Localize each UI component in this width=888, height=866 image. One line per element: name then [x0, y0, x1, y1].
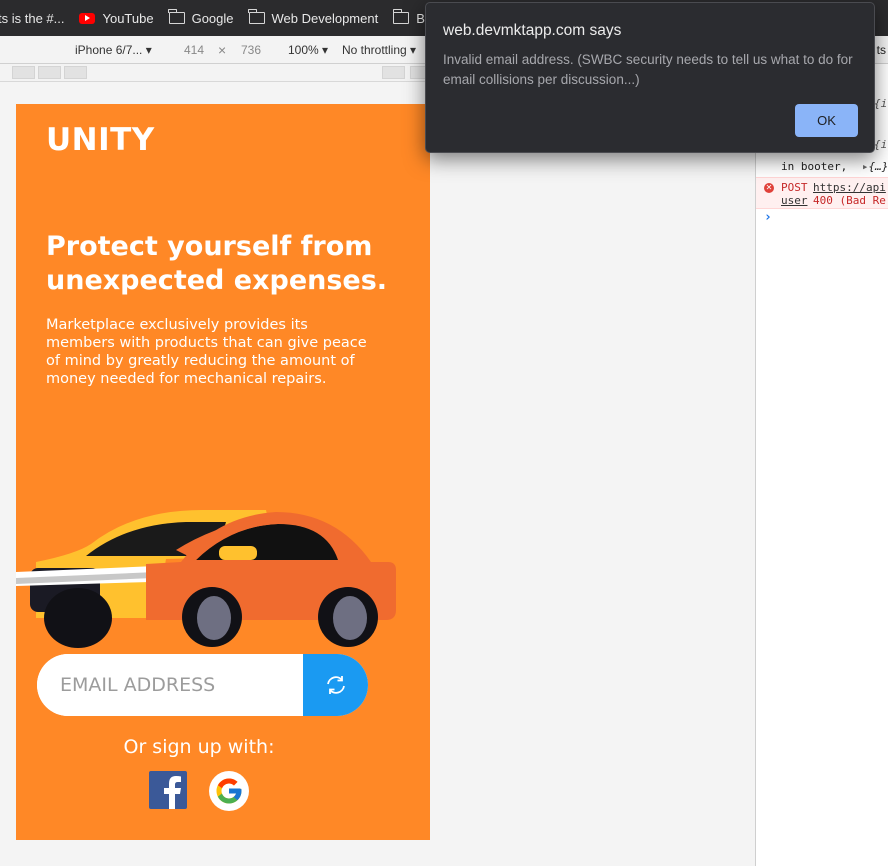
submit-button[interactable]: [303, 654, 368, 716]
console-line: in booter, ▸{…}: [781, 160, 888, 173]
signup-prompt: Or sign up with:: [123, 736, 275, 758]
zoom-label: 100%: [288, 43, 319, 57]
bookmark-folder-google[interactable]: Google: [168, 9, 234, 26]
times-icon: ×: [218, 42, 227, 58]
mobile-viewport: UNITY Protect yourself from unexpected e…: [16, 104, 430, 840]
ok-button[interactable]: OK: [795, 104, 858, 137]
device-label: iPhone 6/7...: [75, 43, 143, 57]
bookmark-folder-b[interactable]: B: [392, 9, 425, 26]
dialog-title: web.devmktapp.com says: [443, 22, 622, 39]
bookmark-label: ts is the #...: [0, 10, 65, 26]
google-signup-button[interactable]: [209, 771, 249, 811]
console-status: 400 (Bad Re: [813, 194, 886, 207]
throttle-select[interactable]: No throttling ▾: [342, 43, 416, 57]
youtube-icon: [79, 12, 96, 24]
email-signup-form: [37, 654, 368, 716]
folder-icon: [248, 9, 265, 24]
console-url-link[interactable]: https://api: [813, 181, 886, 194]
console-url-link[interactable]: user: [781, 194, 808, 207]
devtools-console: ts {i {i in booter, ▸{…} ✕ POST https://…: [755, 36, 888, 866]
console-object[interactable]: {i: [874, 97, 888, 110]
bookmark-label: Web Development: [271, 10, 379, 26]
dialog-message: Invalid email address. (SWBC security ne…: [443, 52, 853, 87]
height-field[interactable]: 736: [241, 43, 261, 57]
facebook-signup-button[interactable]: [149, 771, 187, 809]
facebook-icon: [164, 776, 181, 809]
refresh-icon: [326, 676, 345, 694]
console-method: POST: [781, 181, 808, 194]
device-select[interactable]: iPhone 6/7... ▾: [75, 43, 152, 57]
width-field[interactable]: 414: [184, 43, 204, 57]
google-icon: [216, 778, 242, 804]
bookmark-item[interactable]: ts is the #...: [0, 11, 64, 26]
bookmark-label: YouTube: [102, 10, 154, 26]
console-text: in booter,: [781, 160, 848, 173]
folder-icon: [168, 9, 185, 24]
throttle-label: No throttling: [342, 43, 407, 57]
devtools-tab[interactable]: ts: [877, 43, 886, 57]
console-object[interactable]: {i: [874, 138, 888, 151]
bookmark-label: B: [416, 10, 425, 26]
error-icon: ✕: [764, 183, 774, 193]
hero-description: Marketplace exclusively provides its mem…: [46, 317, 367, 387]
bookmark-label: Google: [191, 10, 234, 26]
folder-icon: [392, 9, 410, 24]
console-error: ✕ POST https://api user 400 (Bad Re: [756, 177, 888, 209]
car-illustration: [16, 509, 396, 648]
brand-logo: UNITY: [46, 122, 155, 158]
zoom-select[interactable]: 100% ▾: [288, 43, 328, 57]
email-input[interactable]: [37, 654, 303, 716]
alert-dialog: web.devmktapp.com says Invalid email add…: [425, 2, 875, 153]
bookmark-youtube[interactable]: YouTube: [79, 10, 154, 26]
console-object[interactable]: {…}: [868, 160, 888, 173]
console-prompt[interactable]: ›: [764, 210, 888, 225]
hero-headline: Protect yourself from unexpected expense…: [46, 231, 388, 296]
bookmark-folder-web-development[interactable]: Web Development: [248, 9, 379, 26]
